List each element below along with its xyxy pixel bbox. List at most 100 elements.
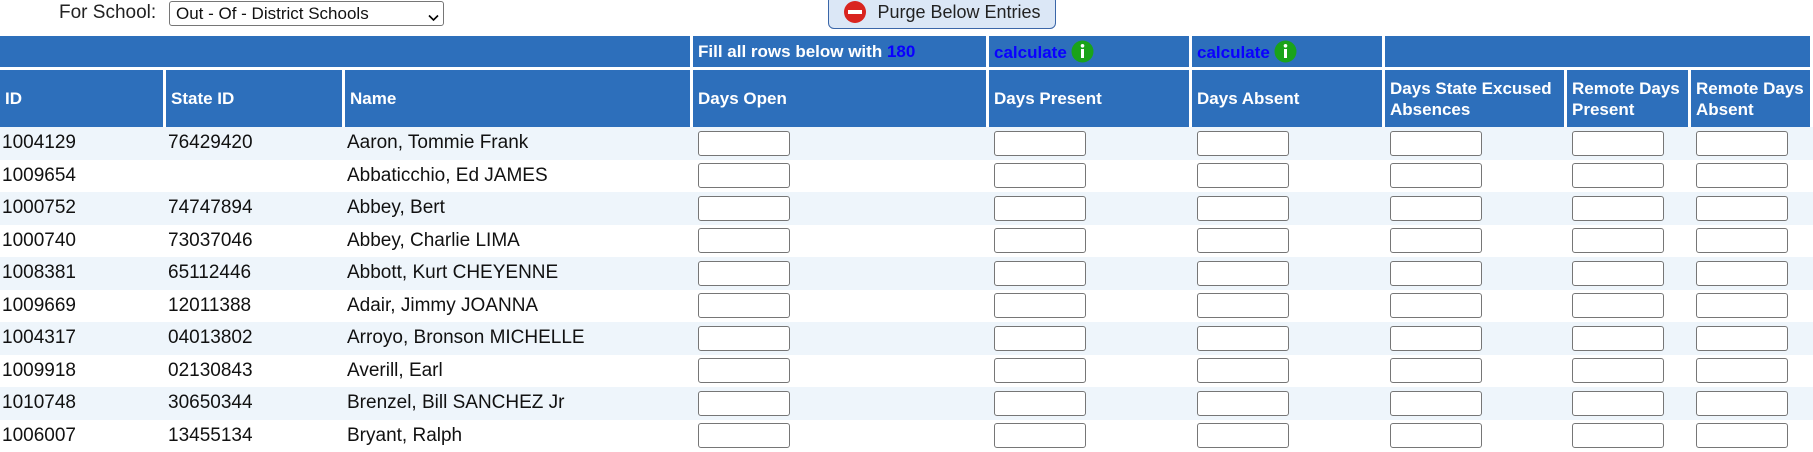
remote-present-input[interactable] <box>1572 163 1664 188</box>
days-present-input[interactable] <box>994 131 1086 156</box>
excused-absences-input[interactable] <box>1390 131 1482 156</box>
col-header-state-id[interactable]: State ID <box>166 70 345 127</box>
remote-present-input[interactable] <box>1572 391 1664 416</box>
excused-absences-input[interactable] <box>1390 326 1482 351</box>
remote-present-input[interactable] <box>1572 423 1664 448</box>
days-present-input[interactable] <box>994 423 1086 448</box>
cell-name: Abbaticchio, Ed JAMES <box>345 160 693 193</box>
days-open-input[interactable] <box>698 423 790 448</box>
table-row: 1009654Abbaticchio, Ed JAMES <box>0 160 1813 193</box>
col-header-days-open[interactable]: Days Open <box>693 70 989 127</box>
toolbar: For School: Out - Of - District Schools … <box>0 0 1813 36</box>
days-absent-input[interactable] <box>1197 358 1289 383</box>
days-present-input[interactable] <box>994 293 1086 318</box>
days-present-input[interactable] <box>994 326 1086 351</box>
days-absent-input[interactable] <box>1197 326 1289 351</box>
input-cell <box>693 192 989 225</box>
col-header-remote-absent[interactable]: Remote Days Absent <box>1691 70 1813 127</box>
days-open-input[interactable] <box>698 326 790 351</box>
info-icon[interactable] <box>1274 40 1297 63</box>
remote-present-input[interactable] <box>1572 261 1664 286</box>
days-present-input[interactable] <box>994 163 1086 188</box>
input-cell <box>1691 355 1813 388</box>
excused-absences-input[interactable] <box>1390 196 1482 221</box>
remote-present-input[interactable] <box>1572 358 1664 383</box>
input-cell <box>989 387 1192 420</box>
days-open-input[interactable] <box>698 391 790 416</box>
days-present-input[interactable] <box>994 196 1086 221</box>
col-header-days-present[interactable]: Days Present <box>989 70 1192 127</box>
col-header-name[interactable]: Name <box>345 70 693 127</box>
remote-absent-input[interactable] <box>1696 293 1788 318</box>
input-cell <box>1385 420 1567 452</box>
col-header-id[interactable]: ID <box>0 70 166 127</box>
days-absent-input[interactable] <box>1197 423 1289 448</box>
days-open-input[interactable] <box>698 131 790 156</box>
input-cell <box>1385 160 1567 193</box>
col-header-excused-absences[interactable]: Days State Excused Absences <box>1385 70 1567 127</box>
cell-name: Abbey, Charlie LIMA <box>345 225 693 258</box>
days-absent-input[interactable] <box>1197 196 1289 221</box>
input-cell <box>1385 355 1567 388</box>
remote-absent-input[interactable] <box>1696 358 1788 383</box>
excused-absences-input[interactable] <box>1390 163 1482 188</box>
input-cell <box>989 257 1192 290</box>
days-absent-input[interactable] <box>1197 131 1289 156</box>
calculate-absent-link[interactable]: calculate <box>1197 43 1270 62</box>
excused-absences-input[interactable] <box>1390 261 1482 286</box>
days-present-input[interactable] <box>994 358 1086 383</box>
remote-absent-input[interactable] <box>1696 196 1788 221</box>
days-open-input[interactable] <box>698 358 790 383</box>
remote-absent-input[interactable] <box>1696 163 1788 188</box>
days-open-input[interactable] <box>698 261 790 286</box>
days-absent-input[interactable] <box>1197 293 1289 318</box>
remote-present-input[interactable] <box>1572 293 1664 318</box>
days-absent-input[interactable] <box>1197 261 1289 286</box>
school-select[interactable]: Out - Of - District Schools <box>169 1 444 26</box>
input-cell <box>1192 322 1385 355</box>
remote-absent-input[interactable] <box>1696 391 1788 416</box>
calculate-present-link[interactable]: calculate <box>994 43 1067 62</box>
days-absent-input[interactable] <box>1197 228 1289 253</box>
remote-absent-input[interactable] <box>1696 423 1788 448</box>
excused-absences-input[interactable] <box>1390 228 1482 253</box>
remote-absent-input[interactable] <box>1696 228 1788 253</box>
info-icon[interactable] <box>1071 40 1094 63</box>
days-present-input[interactable] <box>994 391 1086 416</box>
input-cell <box>1691 322 1813 355</box>
remote-present-input[interactable] <box>1572 326 1664 351</box>
input-cell <box>1691 257 1813 290</box>
days-open-input[interactable] <box>698 293 790 318</box>
purge-button[interactable]: Purge Below Entries <box>828 0 1056 29</box>
days-absent-input[interactable] <box>1197 163 1289 188</box>
remote-absent-input[interactable] <box>1696 131 1788 156</box>
remote-present-input[interactable] <box>1572 228 1664 253</box>
days-open-input[interactable] <box>698 228 790 253</box>
days-present-input[interactable] <box>994 228 1086 253</box>
input-cell <box>1567 225 1691 258</box>
remote-absent-input[interactable] <box>1696 261 1788 286</box>
fill-all-rows-value[interactable]: 180 <box>887 42 915 61</box>
days-open-input[interactable] <box>698 163 790 188</box>
col-header-remote-present[interactable]: Remote Days Present <box>1567 70 1691 127</box>
table-row: 100431704013802Arroyo, Bronson MICHELLE <box>0 322 1813 355</box>
remote-present-input[interactable] <box>1572 131 1664 156</box>
excused-absences-input[interactable] <box>1390 358 1482 383</box>
input-cell <box>1192 127 1385 160</box>
days-open-input[interactable] <box>698 196 790 221</box>
input-cell <box>1691 420 1813 452</box>
days-present-input[interactable] <box>994 261 1086 286</box>
excused-absences-input[interactable] <box>1390 293 1482 318</box>
col-header-days-absent[interactable]: Days Absent <box>1192 70 1385 127</box>
remote-absent-input[interactable] <box>1696 326 1788 351</box>
input-cell <box>989 355 1192 388</box>
table-row: 100412976429420Aaron, Tommie Frank <box>0 127 1813 160</box>
table-row: 100838165112446Abbott, Kurt CHEYENNE <box>0 257 1813 290</box>
input-cell <box>1385 322 1567 355</box>
input-cell <box>1691 160 1813 193</box>
days-absent-input[interactable] <box>1197 391 1289 416</box>
remote-present-input[interactable] <box>1572 196 1664 221</box>
cell-name: Abbey, Bert <box>345 192 693 225</box>
excused-absences-input[interactable] <box>1390 391 1482 416</box>
excused-absences-input[interactable] <box>1390 423 1482 448</box>
